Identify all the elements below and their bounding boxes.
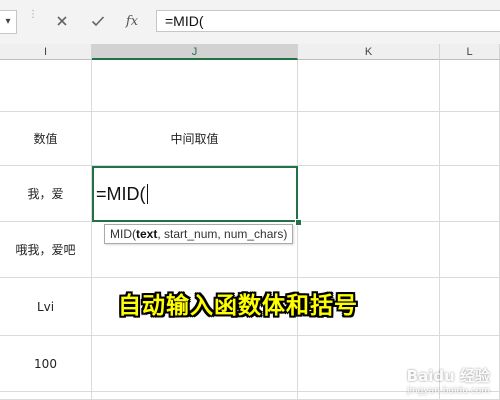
cell-l3[interactable] — [440, 166, 500, 222]
close-icon — [57, 16, 67, 26]
cell-i1[interactable] — [0, 60, 92, 112]
baidu-jingyan-watermark: Baidu 经验 jingyan.baidu.com — [407, 365, 490, 396]
cell-i7[interactable] — [0, 392, 92, 400]
watermark-logo: Baidu 经验 — [406, 367, 490, 385]
insert-function-button[interactable]: fx — [118, 10, 146, 32]
cell-l5[interactable] — [440, 278, 500, 336]
cell-k1[interactable] — [298, 60, 440, 112]
cell-i2[interactable]: 数值 — [0, 112, 92, 166]
cell-j7[interactable] — [92, 392, 298, 400]
enter-button[interactable] — [84, 10, 112, 32]
column-header-i[interactable]: I — [0, 44, 92, 60]
cancel-button[interactable] — [48, 10, 76, 32]
formula-bar: ▾ ⋮ fx =MID( — [0, 0, 500, 45]
cell-l4[interactable] — [440, 222, 500, 278]
check-icon — [91, 16, 105, 27]
cell-k4[interactable] — [298, 222, 440, 278]
cell-i5[interactable]: Lvi — [0, 278, 92, 336]
active-cell-text: =MID( — [96, 183, 146, 204]
formula-input[interactable]: =MID( — [156, 10, 500, 32]
cell-i4[interactable]: 哦我，爱吧 — [0, 222, 92, 278]
tooltip-function: MID( — [110, 227, 136, 241]
cell-l1[interactable] — [440, 60, 500, 112]
name-box-dropdown[interactable]: ▾ — [0, 10, 17, 34]
tooltip-current-arg[interactable]: text — [136, 227, 157, 241]
cell-j2[interactable]: 中间取值 — [92, 112, 298, 166]
text-caret — [146, 184, 148, 204]
column-header-j[interactable]: J — [92, 44, 298, 60]
formula-bar-grip[interactable]: ⋮ — [28, 10, 38, 32]
cell-j1[interactable] — [92, 60, 298, 112]
cell-j6[interactable] — [92, 336, 298, 392]
cell-k3[interactable] — [298, 166, 440, 222]
cell-k2[interactable] — [298, 112, 440, 166]
function-tooltip[interactable]: MID(text, start_num, num_chars) — [104, 224, 294, 244]
column-header-l[interactable]: L — [440, 44, 500, 60]
column-header-k[interactable]: K — [298, 44, 440, 60]
fill-handle[interactable] — [295, 219, 302, 226]
tooltip-other-args: , start_num, num_chars) — [157, 227, 288, 241]
tutorial-annotation: 自动输入函数体和括号 — [118, 293, 358, 319]
cell-i3[interactable]: 我，爱 — [0, 166, 92, 222]
active-cell-j3[interactable]: =MID( — [92, 166, 298, 222]
cell-l2[interactable] — [440, 112, 500, 166]
cell-i6[interactable]: 100 — [0, 336, 92, 392]
watermark-url: jingyan.baidu.com — [406, 386, 490, 396]
